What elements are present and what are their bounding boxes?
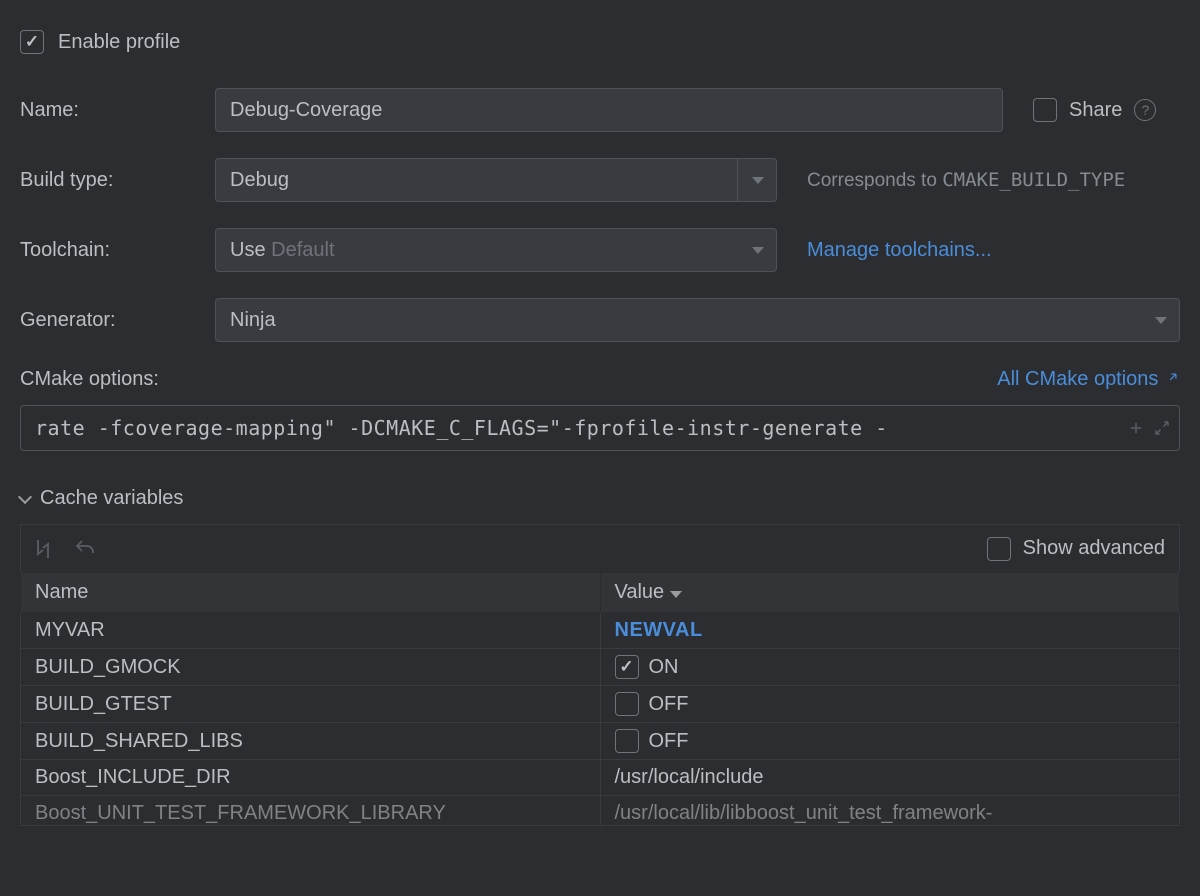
cache-variables-title: Cache variables — [40, 487, 183, 510]
chevron-down-icon — [18, 489, 32, 503]
enable-profile-checkbox[interactable] — [20, 30, 44, 54]
enable-profile-label: Enable profile — [58, 31, 180, 54]
cache-var-name: BUILD_GMOCK — [21, 649, 601, 686]
diff-icon[interactable] — [31, 537, 55, 561]
cache-variables-table: Name Value MYVARNEWVALBUILD_GMOCKONBUILD… — [20, 572, 1180, 826]
toolchain-label: Toolchain: — [20, 239, 215, 262]
cache-var-name: BUILD_GTEST — [21, 686, 601, 723]
column-header-value[interactable]: Value — [600, 573, 1180, 613]
generator-label: Generator: — [20, 309, 215, 332]
table-row[interactable]: BUILD_GTESTOFF — [21, 686, 1180, 723]
cache-var-value[interactable]: /usr/local/include — [600, 760, 1180, 796]
value-checkbox[interactable] — [615, 655, 639, 679]
cache-var-name: Boost_INCLUDE_DIR — [21, 760, 601, 796]
cache-var-value[interactable]: ON — [600, 649, 1180, 686]
build-type-value: Debug — [230, 169, 289, 192]
build-type-label: Build type: — [20, 169, 215, 192]
dropdown-icon — [752, 177, 764, 184]
name-label: Name: — [20, 99, 215, 122]
table-row[interactable]: Boost_UNIT_TEST_FRAMEWORK_LIBRARY/usr/lo… — [21, 796, 1180, 826]
plus-icon[interactable] — [1127, 419, 1145, 437]
expand-icon[interactable] — [1153, 419, 1171, 437]
dropdown-icon — [1155, 317, 1167, 324]
cache-var-value[interactable]: OFF — [600, 723, 1180, 760]
cmake-options-value: rate -fcoverage-mapping" -DCMAKE_C_FLAGS… — [35, 416, 1119, 440]
cache-var-value[interactable]: OFF — [600, 686, 1180, 723]
cmake-options-input[interactable]: rate -fcoverage-mapping" -DCMAKE_C_FLAGS… — [20, 405, 1180, 451]
cache-var-name: MYVAR — [21, 613, 601, 649]
build-type-hint: Corresponds to CMAKE_BUILD_TYPE — [807, 169, 1125, 192]
value-checkbox[interactable] — [615, 692, 639, 716]
cache-var-value[interactable]: /usr/local/lib/libboost_unit_test_framew… — [600, 796, 1180, 826]
generator-select[interactable]: Ninja — [215, 298, 1180, 342]
toolchain-select[interactable]: Use Default — [215, 228, 777, 272]
cache-var-name: BUILD_SHARED_LIBS — [21, 723, 601, 760]
table-row[interactable]: BUILD_GMOCKON — [21, 649, 1180, 686]
cache-variables-toggle[interactable]: Cache variables — [20, 487, 1180, 510]
help-icon[interactable]: ? — [1134, 99, 1156, 121]
sort-desc-icon — [670, 591, 682, 598]
table-row[interactable]: MYVARNEWVAL — [21, 613, 1180, 649]
external-link-icon — [1166, 370, 1180, 384]
all-cmake-options-link[interactable]: All CMake options — [997, 368, 1180, 391]
name-input[interactable] — [215, 88, 1003, 132]
build-type-select[interactable]: Debug — [215, 158, 777, 202]
column-header-name[interactable]: Name — [21, 573, 601, 613]
toolchain-value: Default — [271, 239, 334, 262]
show-advanced-label: Show advanced — [1023, 537, 1165, 560]
manage-toolchains-link[interactable]: Manage toolchains... — [807, 239, 992, 262]
dropdown-icon — [752, 247, 764, 254]
table-row[interactable]: Boost_INCLUDE_DIR/usr/local/include — [21, 760, 1180, 796]
value-checkbox[interactable] — [615, 729, 639, 753]
cache-var-value[interactable]: NEWVAL — [600, 613, 1180, 649]
share-checkbox[interactable] — [1033, 98, 1057, 122]
share-label: Share — [1069, 99, 1122, 122]
show-advanced-checkbox[interactable] — [987, 537, 1011, 561]
cmake-options-label: CMake options: — [20, 368, 159, 391]
cache-var-name: Boost_UNIT_TEST_FRAMEWORK_LIBRARY — [21, 796, 601, 826]
table-row[interactable]: BUILD_SHARED_LIBSOFF — [21, 723, 1180, 760]
generator-value: Ninja — [230, 309, 276, 332]
revert-icon[interactable] — [73, 537, 97, 561]
